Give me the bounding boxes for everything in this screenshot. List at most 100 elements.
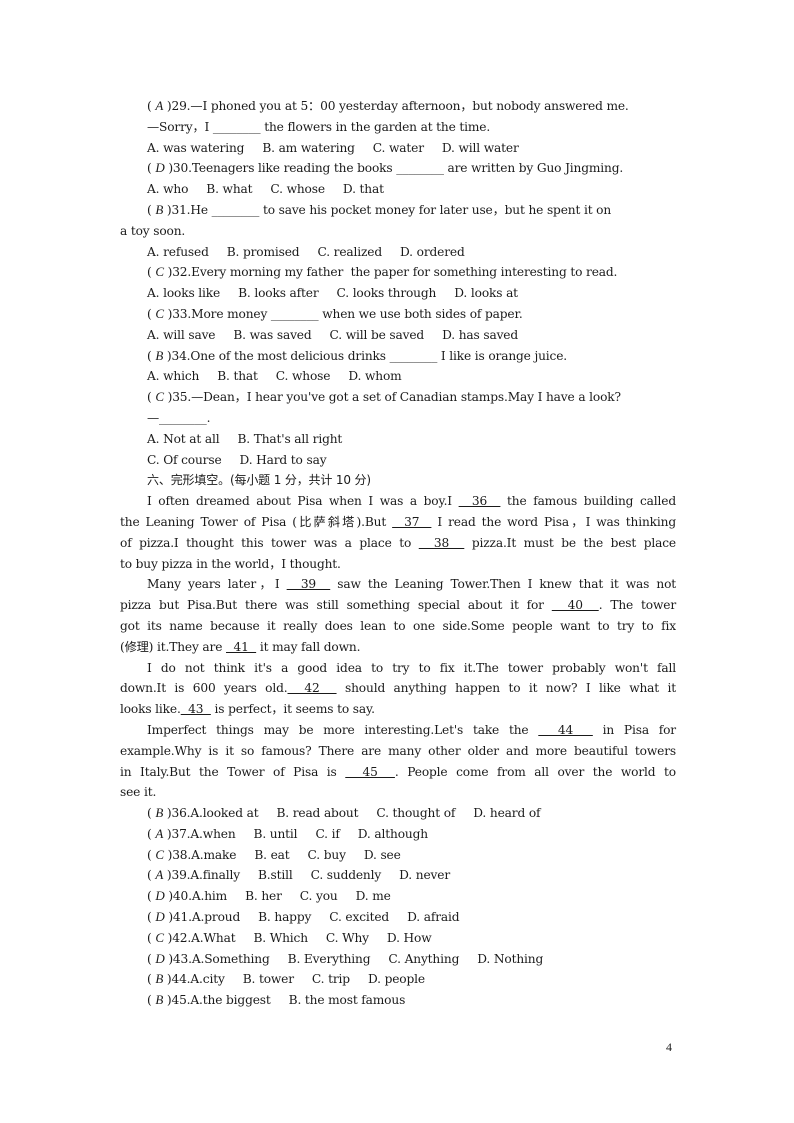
option[interactable]: D. has saved xyxy=(442,328,518,342)
option[interactable]: D. How xyxy=(387,931,432,945)
option[interactable]: C. looks through xyxy=(337,286,437,300)
question-text: Teenagers like reading the books _______… xyxy=(191,161,624,176)
option[interactable]: B. promised xyxy=(227,245,300,259)
option[interactable]: D. heard of xyxy=(473,806,540,820)
option[interactable]: D. ordered xyxy=(400,245,465,259)
option[interactable]: B. eat xyxy=(254,848,289,862)
options-line: A. who B. what C. whose D. that xyxy=(120,179,676,200)
option[interactable]: B. until xyxy=(254,827,298,841)
option[interactable]: A.What xyxy=(191,931,235,945)
option[interactable]: A.when xyxy=(190,827,235,841)
options-line: A. refused B. promised C. realized D. order… xyxy=(120,242,676,263)
option[interactable]: B. That's all right xyxy=(237,432,342,446)
option[interactable]: B. am watering xyxy=(262,141,355,155)
option[interactable]: C. will be saved xyxy=(330,328,425,342)
option[interactable]: D. that xyxy=(343,182,384,196)
option[interactable]: D. whom xyxy=(348,369,401,383)
option[interactable]: C. whose xyxy=(270,182,325,196)
answer-letter: B xyxy=(155,971,164,987)
option[interactable]: D. Nothing xyxy=(477,952,543,966)
question-text: —I phoned you at 5：00 yesterday afternoo… xyxy=(190,99,629,113)
answer-letter: A xyxy=(155,867,164,883)
option[interactable]: C. whose xyxy=(276,369,331,383)
passage-text: Many years later，I xyxy=(147,577,287,592)
option[interactable]: A. looks like xyxy=(147,286,220,300)
option[interactable]: A.finally xyxy=(190,868,240,882)
option[interactable]: C. excited xyxy=(329,910,389,924)
option[interactable]: A.Something xyxy=(192,952,270,966)
option[interactable]: C. if xyxy=(315,827,339,841)
option[interactable]: B. the most famous xyxy=(289,993,406,1007)
passage-line: down.It is 600 years old. 42 should anyt… xyxy=(120,678,676,699)
option[interactable]: B. Which xyxy=(253,931,308,945)
question-stem-line: a toy soon. xyxy=(120,221,676,242)
question-stem-line: ( A )29.—I phoned you at 5：00 yesterday … xyxy=(120,96,676,117)
blank-41: 41 xyxy=(226,639,257,654)
option[interactable]: B.still xyxy=(258,868,293,882)
passage-text: the famous building called xyxy=(500,494,676,509)
paren-close: )31. xyxy=(163,202,191,217)
option[interactable]: A.proud xyxy=(192,910,240,924)
option[interactable]: C. water xyxy=(373,141,424,155)
passage-text: . People come from all over the world to xyxy=(394,764,676,779)
answer-letter: A xyxy=(155,98,164,113)
option[interactable]: A.looked at xyxy=(190,806,258,820)
passage-line: in Italy.But the Tower of Pisa is 45 . P… xyxy=(120,762,676,783)
option[interactable]: D. see xyxy=(364,848,401,862)
passage-text: I often dreamed about Pisa when I was a … xyxy=(147,494,459,509)
option[interactable]: C. Of course xyxy=(147,453,222,467)
passage-line: pizza but Pisa.But there was still somet… xyxy=(120,595,676,616)
cloze-question-item: ( D )40.A.him B. her C. you D. me xyxy=(120,886,676,907)
option[interactable]: B. read about xyxy=(276,806,358,820)
option[interactable]: D. Hard to say xyxy=(240,453,327,467)
options-line: A. Not at all B. That's all right xyxy=(120,429,676,450)
option[interactable]: D. never xyxy=(399,868,450,882)
option[interactable]: C. suddenly xyxy=(311,868,382,882)
option[interactable]: D. looks at xyxy=(454,286,518,300)
option[interactable]: D. will water xyxy=(442,141,519,155)
passage-line: example.Why is it so famous? There are m… xyxy=(120,741,676,762)
option[interactable]: D. me xyxy=(356,889,391,903)
option[interactable]: A. refused xyxy=(147,245,209,259)
option[interactable]: B. Everything xyxy=(288,952,371,966)
passage-text: pizza but Pisa.But there was still somet… xyxy=(120,598,552,613)
option[interactable]: C. you xyxy=(300,889,338,903)
option[interactable]: C. trip xyxy=(312,972,350,986)
cloze-question-item: ( C )38.A.make B. eat C. buy D. see xyxy=(120,845,676,866)
options-line: A. which B. that C. whose D. whom xyxy=(120,366,676,387)
option[interactable]: C. buy xyxy=(308,848,346,862)
option[interactable]: B. that xyxy=(217,369,258,383)
option[interactable]: C. thought of xyxy=(376,806,455,820)
passage-text: I do not think it's a good idea to try t… xyxy=(147,660,676,675)
section-title: 六、完形填空。(每小题 1 分，共计 10 分) xyxy=(147,473,371,488)
option[interactable]: A. was watering xyxy=(147,141,244,155)
option[interactable]: B. looks after xyxy=(238,286,319,300)
option[interactable]: A.him xyxy=(192,889,227,903)
option[interactable]: B. was saved xyxy=(233,328,311,342)
paren-close: )32. xyxy=(163,265,192,280)
option[interactable]: A. will save xyxy=(147,328,216,342)
option[interactable]: A.city xyxy=(190,972,224,986)
option[interactable]: A. which xyxy=(147,369,199,383)
option[interactable]: B. her xyxy=(245,889,282,903)
option[interactable]: A.the biggest xyxy=(190,993,270,1007)
question-item: ( C )35.—Dean，I hear you've got a set of… xyxy=(120,387,676,470)
passage-line: (修理) it.They are 41 it may fall down. xyxy=(120,637,676,658)
option[interactable]: C. Why xyxy=(326,931,369,945)
option[interactable]: A. Not at all xyxy=(147,432,220,446)
option[interactable]: C. realized xyxy=(317,245,382,259)
option[interactable]: B. what xyxy=(206,182,252,196)
passage-text: it may fall down. xyxy=(256,639,361,654)
question-item: ( C )33.More money ________ when we use … xyxy=(120,304,676,346)
option[interactable]: A.make xyxy=(191,848,236,862)
option[interactable]: D. although xyxy=(358,827,428,841)
passage-text: got its name because it really does lean… xyxy=(120,618,676,633)
option[interactable]: B. tower xyxy=(243,972,294,986)
option[interactable]: A. who xyxy=(147,182,188,196)
option[interactable]: D. people xyxy=(368,972,425,986)
page-number: 4 xyxy=(666,1040,672,1054)
paren-close: )35. xyxy=(163,390,192,405)
option[interactable]: C. Anything xyxy=(388,952,459,966)
option[interactable]: D. afraid xyxy=(407,910,459,924)
option[interactable]: B. happy xyxy=(258,910,311,924)
